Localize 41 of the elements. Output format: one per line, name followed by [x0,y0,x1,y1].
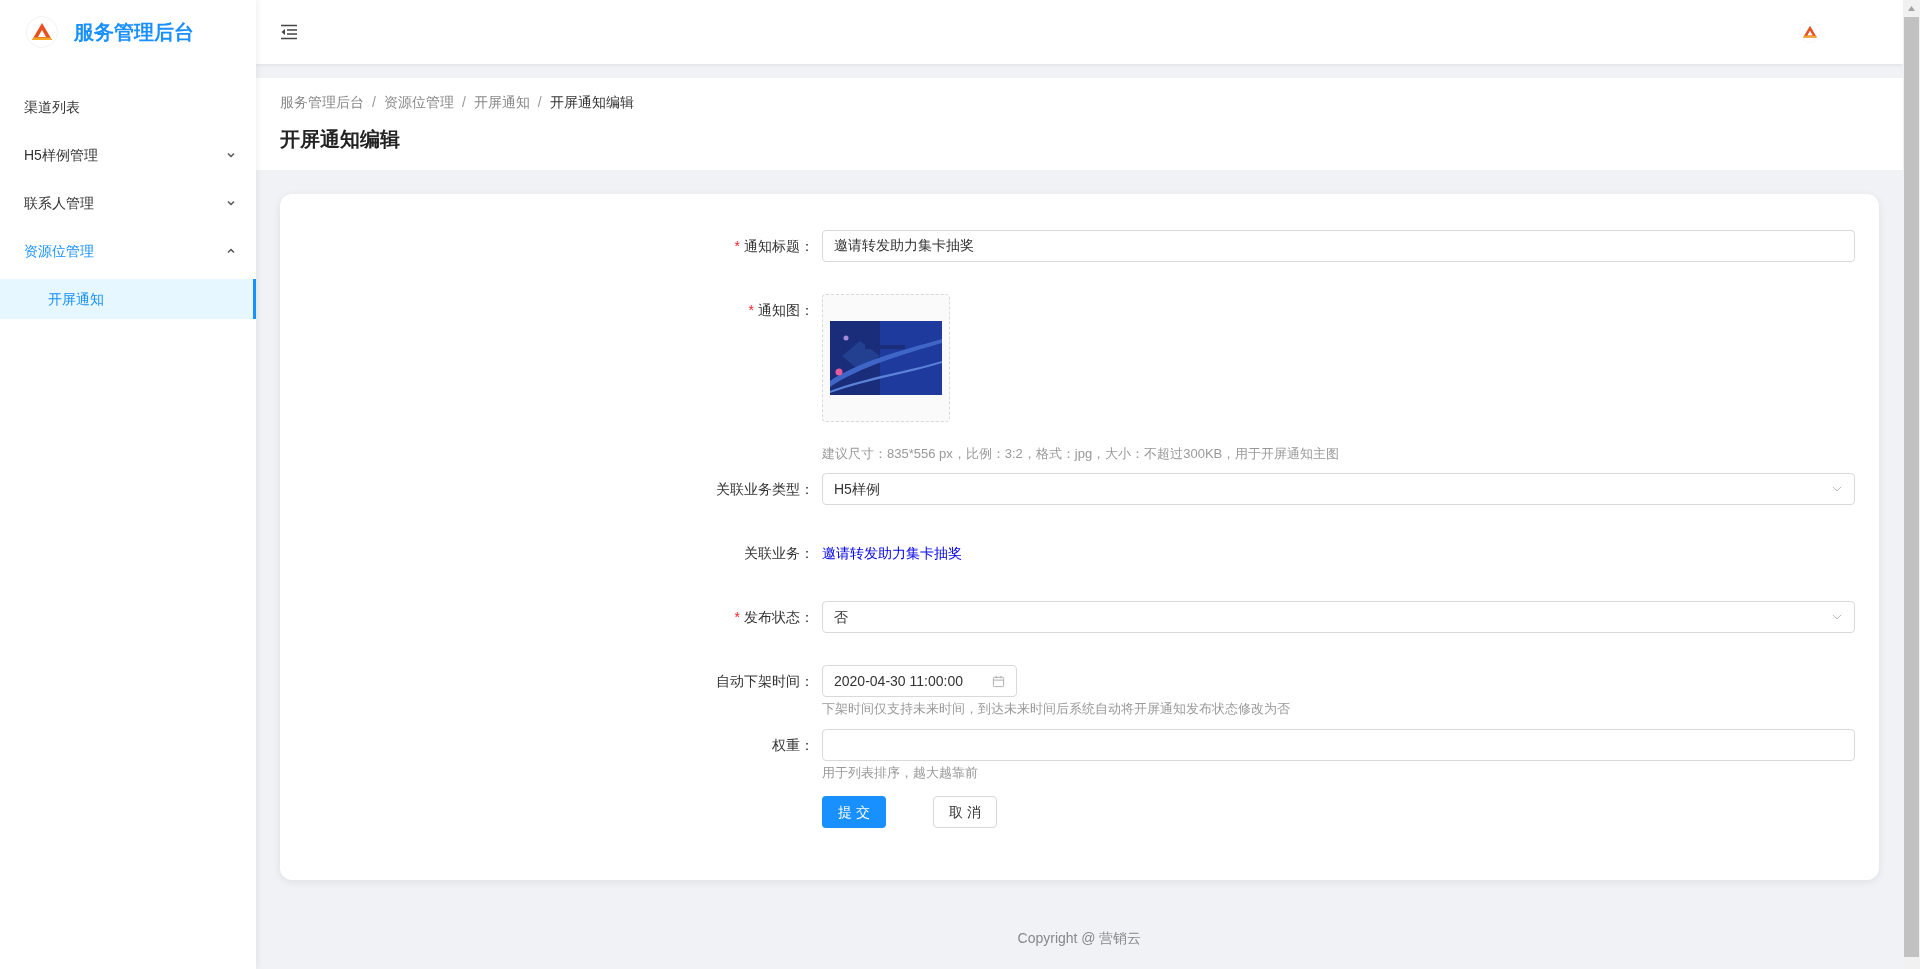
field-label: 关联业务： [744,544,814,563]
select-field[interactable]: H5样例 [822,473,1855,505]
select-field[interactable]: 否 [822,601,1855,633]
field-hint: 建议尺寸：835*556 px，比例：3:2，格式：jpg，大小：不超过300KB，用于开屏通知主图 [822,445,1340,463]
field-label: 关联业务类型： [716,480,814,499]
required-asterisk: * [734,237,740,256]
breadcrumb-link[interactable]: 服务管理后台 [280,92,364,112]
calendar-icon [992,674,1005,688]
page-title: 开屏通知编辑 [280,127,401,152]
field-label: 自动下架时间： [716,672,814,691]
breadcrumb-current: 开屏通知编辑 [549,93,634,112]
breadcrumb-link[interactable]: 资源位管理 [383,92,454,112]
menu-item[interactable]: 渠道列表 [0,87,256,127]
cancel-button[interactable]: 取 消 [933,796,997,828]
breadcrumb-separator: / [372,93,376,112]
chevron-down-icon [226,198,236,208]
field-label: 通知标题： [744,237,814,256]
field-hint: 下架时间仅支持未来时间，到达未来时间后系统自动将开屏通知发布状态修改为否 [822,700,1290,718]
required-asterisk: * [734,608,740,627]
date-field[interactable]: 2020-04-30 11:00:00 [822,665,1017,697]
app-title: 服务管理后台 [74,20,194,45]
copyright-text: Copyright @ 营销云 [1017,929,1142,948]
menu-item[interactable]: 联系人管理 [0,183,256,223]
chevron-down-icon [226,150,236,160]
text-field[interactable] [822,729,1855,761]
required-asterisk: * [748,301,754,320]
field-label: 发布状态： [744,608,814,627]
field-label: 权重： [772,736,814,755]
breadcrumb-separator: / [537,93,542,112]
business-link[interactable]: 邀请转发助力集卡抽奖 [822,537,962,569]
menu-item[interactable]: H5样例管理 [0,135,256,175]
chevron-up-icon [226,246,236,256]
field-hint: 用于列表排序，越大越靠前 [822,764,978,782]
menu-fold-icon[interactable] [280,24,298,40]
breadcrumb-separator: / [461,93,466,112]
breadcrumb-link[interactable]: 开屏通知 [473,92,530,112]
image-upload[interactable] [822,294,950,422]
logo-icon [26,16,58,48]
text-field[interactable]: 邀请转发助力集卡抽奖 [822,230,1855,262]
field-label: 通知图： [758,301,814,320]
user-avatar-icon [1799,21,1821,43]
